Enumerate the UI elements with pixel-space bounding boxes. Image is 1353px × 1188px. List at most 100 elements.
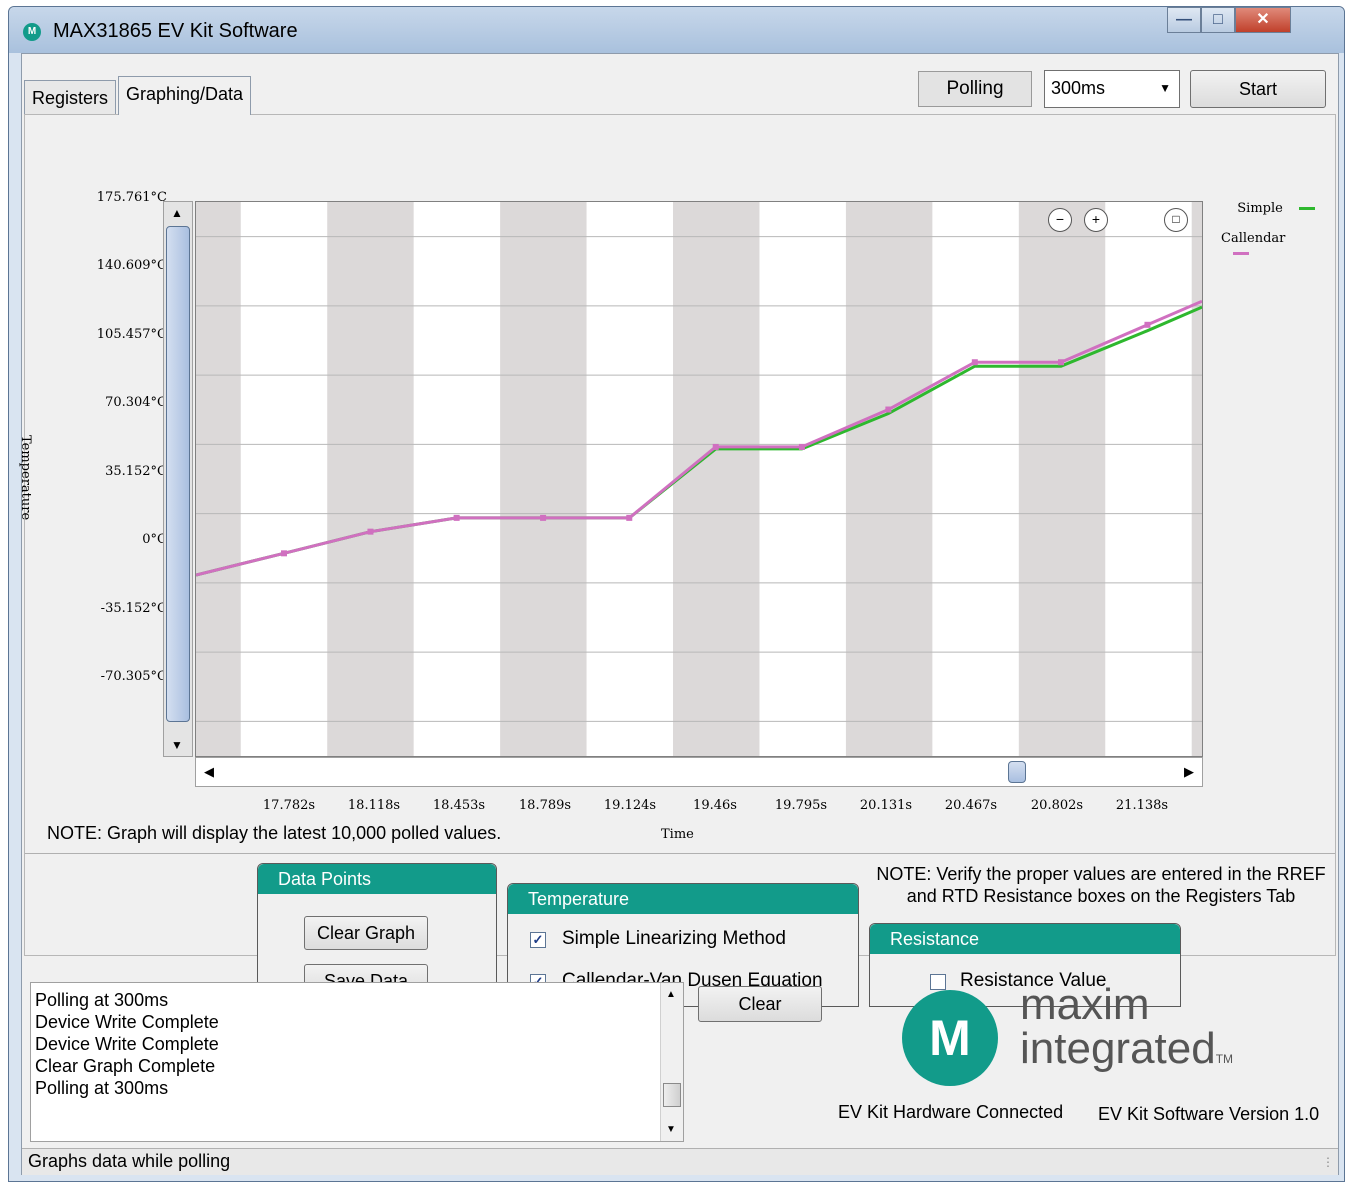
plot-area[interactable]: − + □ bbox=[195, 201, 1203, 757]
y-tick: 0°C bbox=[142, 532, 167, 547]
x-tick: 20.131s bbox=[859, 798, 913, 813]
start-button[interactable]: Start bbox=[1190, 70, 1326, 108]
maximize-icon: □ bbox=[1213, 11, 1223, 28]
tab-graphing-data-label: Graphing/Data bbox=[126, 84, 244, 104]
data-point bbox=[885, 406, 892, 413]
chart-band bbox=[196, 202, 241, 756]
x-tick: 19.795s bbox=[774, 798, 828, 813]
client-area: Registers Graphing/Data Polling 300ms ▼ … bbox=[18, 53, 1339, 1175]
title-bar: M MAX31865 EV Kit Software — □ ✕ bbox=[9, 7, 1344, 53]
data-point bbox=[712, 443, 719, 450]
tab-registers[interactable]: Registers bbox=[24, 80, 117, 114]
data-point bbox=[453, 514, 460, 521]
y-tick: 140.609°C bbox=[96, 258, 167, 273]
minimize-icon: — bbox=[1176, 11, 1192, 28]
maxim-logo-line2: integratedTM bbox=[1020, 1024, 1233, 1074]
vertical-scrollbar[interactable]: ▲ ▼ bbox=[163, 201, 193, 757]
data-point bbox=[1144, 321, 1151, 328]
chart-band bbox=[500, 202, 587, 756]
graph-note: NOTE: Graph will display the latest 10,0… bbox=[47, 823, 502, 843]
chart-band bbox=[845, 202, 933, 756]
line-chart bbox=[196, 202, 1202, 756]
legend-swatch bbox=[1233, 252, 1249, 255]
clear-graph-button[interactable]: Clear Graph bbox=[304, 916, 428, 950]
x-tick: 17.782s bbox=[262, 798, 316, 813]
chart-band bbox=[673, 202, 760, 756]
resize-grip-icon[interactable]: ⋮ bbox=[1322, 1155, 1334, 1169]
maxim-logo-line1: maxim bbox=[1020, 980, 1150, 1029]
log-lines: Polling at 300ms Device Write Complete D… bbox=[35, 989, 219, 1099]
temperature-title: Temperature bbox=[508, 884, 858, 914]
data-points-title: Data Points bbox=[258, 864, 496, 894]
maxim-logo-mark: M bbox=[902, 990, 998, 1086]
scroll-down-icon[interactable]: ▼ bbox=[666, 1124, 676, 1135]
clear-log-button[interactable]: Clear bbox=[698, 986, 822, 1022]
minimize-button[interactable]: — bbox=[1167, 7, 1201, 33]
tab-registers-label: Registers bbox=[32, 88, 109, 108]
vertical-scroll-thumb[interactable] bbox=[166, 226, 190, 722]
resistance-note: NOTE: Verify the proper values are enter… bbox=[871, 863, 1331, 907]
log-scrollbar[interactable]: ▲ ▼ bbox=[660, 983, 683, 1141]
hardware-status: EV Kit Hardware Connected bbox=[838, 1102, 1064, 1122]
simple-label: Simple Linearizing Method bbox=[562, 928, 786, 949]
status-bar: Graphs data while polling ⋮ bbox=[22, 1148, 1338, 1175]
data-point bbox=[626, 514, 633, 521]
start-label: Start bbox=[1238, 79, 1277, 99]
log-line: Polling at 300ms bbox=[35, 990, 169, 1010]
log-line: Clear Graph Complete bbox=[35, 1056, 216, 1076]
graphing-panel: Temperature 175.761°C 140.609°C 105.457°… bbox=[18, 114, 1336, 1017]
chart-band bbox=[1018, 202, 1106, 756]
divider bbox=[25, 853, 1335, 854]
log-textbox[interactable]: Polling at 300ms Device Write Complete D… bbox=[30, 982, 684, 1142]
x-tick: 18.118s bbox=[347, 798, 401, 813]
scroll-up-icon[interactable]: ▲ bbox=[666, 989, 676, 1000]
clear-graph-label: Clear Graph bbox=[316, 923, 416, 943]
legend: Simple Callendar bbox=[1221, 201, 1331, 261]
scroll-down-icon[interactable]: ▼ bbox=[171, 738, 183, 752]
horizontal-scroll-thumb[interactable] bbox=[1008, 761, 1026, 783]
interval-select[interactable]: 300ms ▼ bbox=[1044, 70, 1180, 108]
tab-graphing-data[interactable]: Graphing/Data bbox=[118, 76, 252, 115]
data-point bbox=[971, 359, 978, 366]
data-point bbox=[798, 443, 805, 450]
scroll-right-icon[interactable]: ▶ bbox=[1184, 764, 1194, 780]
maximize-button[interactable]: □ bbox=[1201, 7, 1235, 33]
resistance-note-line1: NOTE: Verify the proper values are enter… bbox=[876, 864, 1326, 884]
window-title: MAX31865 EV Kit Software bbox=[53, 20, 298, 42]
data-point bbox=[1058, 359, 1065, 366]
trademark: TM bbox=[1215, 1052, 1234, 1066]
y-axis-title: Temperature bbox=[18, 435, 33, 521]
maxim-logo: M maxim integratedTM bbox=[900, 980, 1280, 1086]
data-point bbox=[540, 514, 547, 521]
zoom-in-icon[interactable]: + bbox=[1084, 208, 1108, 232]
horizontal-scrollbar[interactable]: ◀ ▶ bbox=[195, 757, 1203, 787]
x-tick: 20.467s bbox=[944, 798, 998, 813]
log-line: Polling at 300ms bbox=[35, 1078, 169, 1098]
interval-value: 300ms bbox=[1051, 78, 1106, 98]
scroll-left-icon[interactable]: ◀ bbox=[204, 764, 214, 780]
app-icon: M bbox=[23, 23, 41, 41]
status-bar-text: Graphs data while polling bbox=[28, 1151, 231, 1171]
y-tick: 35.152°C bbox=[105, 464, 167, 479]
x-axis-title: Time bbox=[661, 827, 694, 842]
scroll-up-icon[interactable]: ▲ bbox=[171, 206, 183, 220]
x-tick: 21.138s bbox=[1115, 798, 1169, 813]
log-line: Device Write Complete bbox=[35, 1034, 219, 1054]
x-tick: 19.124s bbox=[603, 798, 657, 813]
log-scroll-thumb[interactable] bbox=[663, 1083, 681, 1107]
x-tick: 20.802s bbox=[1030, 798, 1084, 813]
close-button[interactable]: ✕ bbox=[1235, 7, 1291, 33]
legend-item-simple: Simple bbox=[1237, 201, 1315, 216]
x-tick: 18.789s bbox=[518, 798, 572, 813]
legend-label: Callendar bbox=[1221, 231, 1286, 246]
zoom-reset-icon[interactable]: □ bbox=[1164, 208, 1188, 232]
legend-swatch bbox=[1299, 207, 1315, 210]
simple-checkbox[interactable]: ✓ bbox=[530, 932, 546, 948]
main-window: M MAX31865 EV Kit Software — □ ✕ Registe… bbox=[8, 6, 1345, 1182]
legend-item-callendar: Callendar bbox=[1221, 231, 1315, 261]
data-point bbox=[367, 528, 374, 535]
polling-indicator: Polling bbox=[918, 71, 1032, 107]
zoom-out-icon[interactable]: − bbox=[1048, 208, 1072, 232]
resistance-note-line2: and RTD Resistance boxes on the Register… bbox=[906, 886, 1296, 906]
x-tick: 18.453s bbox=[432, 798, 486, 813]
